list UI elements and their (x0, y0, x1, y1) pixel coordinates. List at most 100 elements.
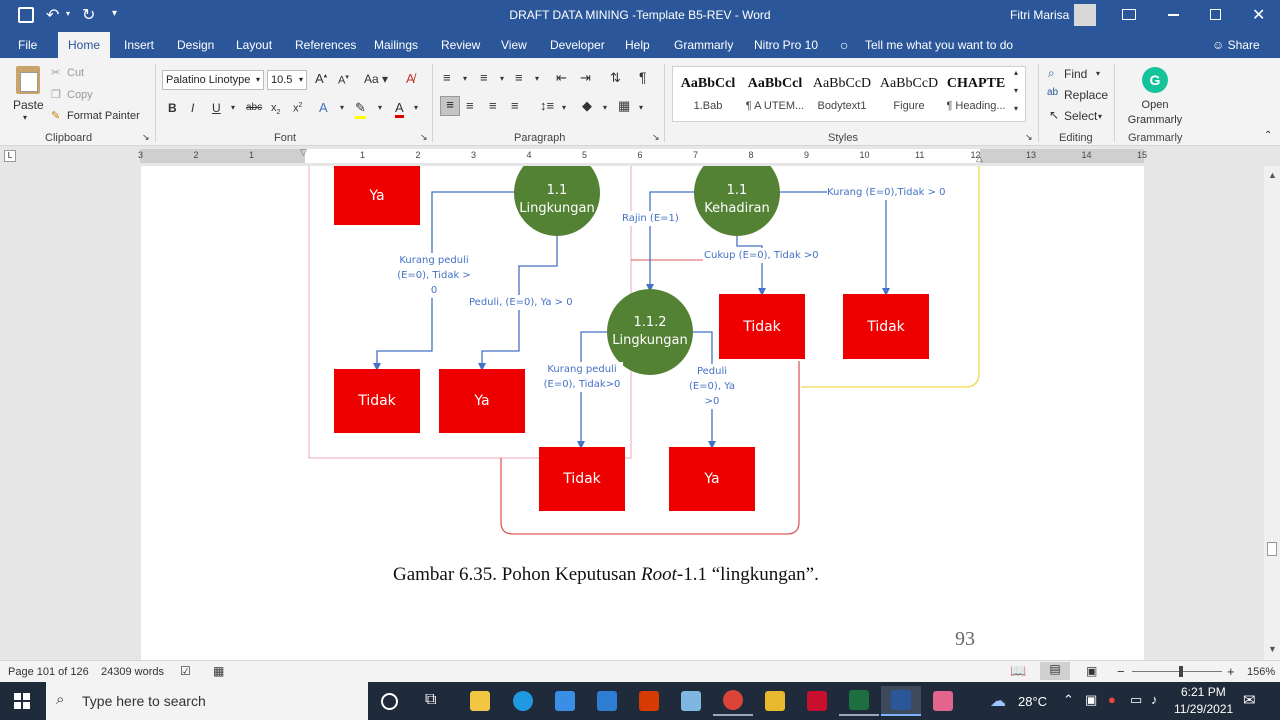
collapse-ribbon-icon[interactable]: ⌃ (1264, 130, 1272, 141)
dialog-launcher-icon[interactable]: ↘ (1025, 132, 1033, 143)
vertical-scrollbar[interactable]: ▲ ▼ (1264, 166, 1280, 660)
zoom-slider-thumb[interactable] (1179, 666, 1183, 677)
clear-formatting-icon[interactable]: A̸ (406, 71, 415, 86)
grow-font-icon[interactable]: A▴ (315, 71, 327, 86)
web-layout-icon[interactable]: ▣ (1086, 664, 1097, 678)
save-icon[interactable] (18, 7, 34, 23)
node-ya-top[interactable]: Ya (334, 166, 420, 225)
underline-button[interactable]: U (212, 101, 221, 115)
taskbar-search-box[interactable]: ⌕ Type here to search (46, 682, 368, 720)
style-a-utem[interactable]: AaBbCcl ¶ A UTEM... (741, 72, 809, 118)
app-icon-yellow[interactable] (755, 686, 795, 716)
cut-button[interactable]: Cut (67, 67, 84, 79)
avatar[interactable] (1074, 4, 1096, 26)
macro-icon[interactable]: ▦ (213, 664, 224, 678)
file-explorer-icon[interactable] (460, 686, 500, 716)
node-tidak-b[interactable]: Tidak (539, 447, 625, 511)
show-hidden-icons[interactable]: ⌃ (1063, 692, 1074, 708)
node-tidak-cukup[interactable]: Tidak (719, 294, 805, 359)
notification-icon[interactable]: ✉ (1243, 691, 1256, 709)
windows-start-icon[interactable] (14, 693, 30, 709)
dialog-launcher-icon[interactable]: ↘ (420, 132, 428, 143)
tab-review[interactable]: Review (441, 32, 480, 58)
tell-me-search[interactable]: Tell me what you want to do (865, 32, 1013, 58)
node-tidak-a[interactable]: Tidak (334, 369, 420, 433)
antivirus-icon[interactable]: ● (1108, 692, 1116, 707)
highlight-icon[interactable]: ✎ (355, 100, 366, 119)
battery-icon[interactable]: ▭ (1130, 692, 1142, 708)
node-tidak-kurang[interactable]: Tidak (843, 294, 929, 359)
find-button[interactable]: Find (1064, 67, 1087, 81)
read-mode-icon[interactable]: 📖 (1010, 663, 1026, 679)
word-count[interactable]: 24309 words (101, 666, 164, 678)
tab-design[interactable]: Design (177, 32, 214, 58)
scroll-thumb[interactable] (1267, 542, 1277, 556)
shading-icon[interactable]: ◆ (582, 98, 592, 114)
first-line-indent-marker[interactable]: ▽ (300, 147, 307, 158)
align-right-button[interactable]: ≡ (489, 98, 497, 113)
print-layout-icon[interactable]: ▤ (1040, 662, 1070, 680)
replace-button[interactable]: Replace (1064, 88, 1108, 102)
dialog-launcher-icon[interactable]: ↘ (142, 132, 150, 143)
right-indent-marker[interactable]: △ (976, 153, 983, 164)
zoom-slider[interactable] (1132, 671, 1222, 672)
style-figure[interactable]: AaBbCcD Figure (875, 72, 943, 118)
node-ya-b[interactable]: Ya (669, 447, 755, 511)
text-effects-icon[interactable]: A (319, 100, 328, 115)
italic-button[interactable]: I (191, 101, 194, 115)
increase-indent-icon[interactable]: ⇥ (580, 70, 591, 86)
undo-icon[interactable]: ↶ (46, 5, 59, 25)
underline-dropdown-icon[interactable]: ▾ (231, 103, 235, 112)
open-grammarly-button[interactable]: Open Grammarly (1126, 98, 1184, 128)
tab-home[interactable]: Home (58, 32, 111, 58)
zoom-level[interactable]: 156% (1247, 666, 1275, 678)
styles-more-icon[interactable]: ▾ (1014, 104, 1018, 113)
font-color-icon[interactable]: A (395, 100, 404, 118)
page-count[interactable]: Page 101 of 126 (8, 666, 89, 678)
align-left-button[interactable]: ≡ (440, 96, 460, 116)
weather-icon[interactable]: ☁ (990, 691, 1006, 711)
font-size-select[interactable]: 10.5 ▾ (267, 70, 307, 90)
tab-selector[interactable]: L (4, 150, 16, 162)
store-icon[interactable] (545, 686, 585, 716)
shrink-font-icon[interactable]: A▾ (338, 73, 349, 87)
chrome-icon[interactable] (713, 686, 753, 716)
word-icon[interactable] (881, 686, 921, 716)
style-1-bab[interactable]: AaBbCcl 1.Bab (674, 72, 742, 118)
bullets-icon[interactable]: ≡ (443, 70, 451, 85)
scroll-down-icon[interactable]: ▼ (1268, 644, 1277, 654)
strikethrough-button[interactable]: abc (246, 102, 262, 113)
proofing-icon[interactable]: ☑ (180, 664, 191, 678)
tab-nitro[interactable]: Nitro Pro 10 (754, 32, 818, 58)
tab-developer[interactable]: Developer (550, 32, 605, 58)
cortana-icon[interactable] (381, 693, 398, 710)
tab-layout[interactable]: Layout (236, 32, 272, 58)
clock-time[interactable]: 6:21 PM (1181, 685, 1226, 699)
notes-app-icon[interactable] (671, 686, 711, 716)
decrease-indent-icon[interactable]: ⇤ (556, 70, 567, 86)
subscript-button[interactable]: x2 (271, 102, 280, 116)
align-center-button[interactable]: ≡ (466, 98, 474, 113)
multilevel-list-icon[interactable]: ≡ (515, 70, 523, 85)
restore-icon[interactable] (1210, 9, 1221, 20)
style-bodytext1[interactable]: AaBbCcD Bodytext1 (808, 72, 876, 118)
copy-button[interactable]: Copy (67, 89, 93, 101)
font-name-select[interactable]: Palatino Linotype ▾ (162, 70, 264, 90)
node-ya-a[interactable]: Ya (439, 369, 525, 433)
office-icon[interactable] (629, 686, 669, 716)
mail-icon[interactable] (587, 686, 627, 716)
show-formatting-icon[interactable]: ¶ (639, 69, 647, 85)
document-page[interactable]: Ya 1.1 Lingkungan 1.1 Kehadiran 1.1.2 Lingk… (141, 166, 1144, 660)
superscript-button[interactable]: x2 (293, 102, 302, 115)
numbering-icon[interactable]: ≡ (480, 70, 488, 85)
tab-mailings[interactable]: Mailings (374, 32, 418, 58)
volume-icon[interactable]: ♪ (1151, 692, 1158, 707)
task-view-icon[interactable]: ⧉ (425, 691, 436, 709)
network-icon[interactable]: ▣ (1085, 692, 1097, 708)
edge-browser-icon[interactable] (503, 686, 543, 716)
line-spacing-icon[interactable]: ↕≡ (540, 98, 554, 113)
share-button[interactable]: ☺ Share (1212, 32, 1260, 58)
tab-file[interactable]: File (18, 32, 37, 58)
app-icon-red[interactable] (797, 686, 837, 716)
change-case-icon[interactable]: Aa ▾ (364, 72, 388, 86)
